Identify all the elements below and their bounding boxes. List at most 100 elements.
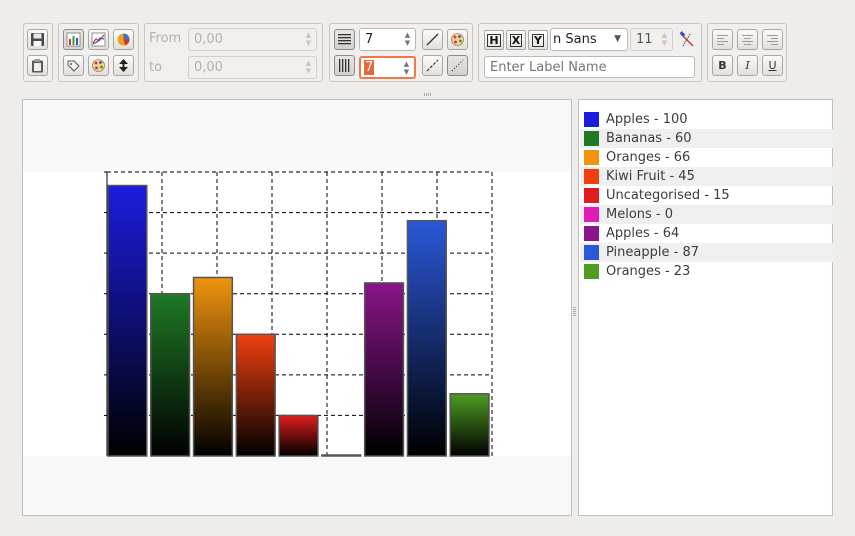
dot-line-icon [451,59,464,72]
range-to-spin-arrows-icon[interactable]: ▲ ▼ [304,59,313,76]
vertical-grid-button[interactable] [334,55,355,76]
bar-melons [321,454,362,457]
horizontal-lines-icon [338,34,351,45]
color-tool-button[interactable] [88,55,109,76]
bar-kiwi-fruit [235,333,276,457]
dash-line-icon [426,59,439,72]
bar-apples [107,184,148,457]
legend-swatch [584,150,599,165]
legend-swatch [584,207,599,222]
range-to-value: 0,00 [194,60,223,75]
to-label: to [149,60,163,75]
vertical-grid-spinbox[interactable]: 7 ▲ ▼ [359,56,416,79]
grid-color-button[interactable] [447,29,468,50]
legend-swatch [584,131,599,146]
legend-swatch [584,245,599,260]
font-family-combobox[interactable]: n Sans ▼ [550,28,628,51]
range-from-spin-arrows-icon[interactable]: ▲ ▼ [304,31,313,48]
range-toolbar-group: From 0,00 ▲ ▼ to 0,00 ▲ ▼ [144,23,323,82]
range-to-spinbox[interactable]: 0,00 ▲ ▼ [188,56,317,79]
bold-button[interactable]: B [712,55,733,76]
label-name-input[interactable] [484,56,695,78]
legend-label: Uncategorised - 15 [606,188,730,203]
tag-icon [67,60,80,72]
diagonal-line-icon [426,33,439,46]
horizontal-grid-button[interactable] [334,29,355,50]
title-label-button[interactable]: H [484,30,504,50]
bar-oranges [449,393,490,457]
chart-panel [22,99,572,516]
legend-item[interactable]: Oranges - 23 [580,262,833,281]
bar-apples [363,282,405,457]
palette-icon [451,33,464,46]
vertical-grid-spin-arrows-icon[interactable]: ▲ ▼ [402,60,411,77]
align-center-icon [742,35,753,45]
legend-label: Oranges - 66 [606,150,691,165]
legend-swatch [584,188,599,203]
legend-label: Pineapple - 87 [606,245,699,260]
underline-button[interactable]: U [762,55,783,76]
line-chart-icon [91,32,106,47]
bar-bananas [150,292,191,457]
align-left-button[interactable] [712,29,733,50]
legend-label: Melons - 0 [606,207,674,222]
line-chart-button[interactable] [88,29,109,50]
vertical-splitter-handle[interactable] [573,306,576,316]
grid-toolbar-group: 7 ▲ ▼ 7 ▲ ▼ [329,23,473,82]
font-size-value: 11 [636,32,653,47]
bar-chart [23,171,571,457]
dashed-line-button[interactable] [422,55,443,76]
italic-button[interactable]: I [737,55,758,76]
range-from-spinbox[interactable]: 0,00 ▲ ▼ [188,28,317,51]
align-right-button[interactable] [762,29,783,50]
vertical-grid-value: 7 [364,60,375,75]
font-size-spinbox[interactable]: 11 ▲ ▼ [630,28,673,51]
file-toolbar-group [23,23,53,82]
bar-chart-icon [66,32,81,47]
from-label: From [149,31,182,46]
legend-item[interactable]: Uncategorised - 15 [580,186,833,205]
dotted-line-button[interactable] [447,55,468,76]
legend-item[interactable]: Oranges - 66 [580,148,833,167]
font-size-spin-arrows-icon[interactable]: ▲ ▼ [660,31,669,48]
x-axis-label-button[interactable]: X [506,30,526,50]
horizontal-grid-spin-arrows-icon[interactable]: ▲ ▼ [403,31,412,48]
legend-item[interactable]: Melons - 0 [580,205,833,224]
text-style-toolbar-group: B I U [707,23,787,82]
legend-item[interactable]: Kiwi Fruit - 45 [580,167,833,186]
legend-label: Kiwi Fruit - 45 [606,169,695,184]
legend-item[interactable]: Apples - 100 [580,110,833,129]
horizontal-splitter-handle[interactable] [424,93,432,96]
bar-pineapple [406,219,447,457]
vertical-lines-icon [339,59,350,72]
pie-chart-icon [117,33,130,46]
legend-swatch [584,112,599,127]
brush-icon [679,30,694,47]
sort-button[interactable] [113,55,134,76]
font-family-value: n Sans [553,32,597,47]
align-center-button[interactable] [737,29,758,50]
pie-chart-button[interactable] [113,29,134,50]
horizontal-grid-spinbox[interactable]: 7 ▲ ▼ [359,28,416,51]
save-button[interactable] [27,29,48,50]
chevron-down-icon[interactable]: ▼ [614,29,621,50]
paste-button[interactable] [27,55,48,76]
legend-item[interactable]: Pineapple - 87 [580,243,833,262]
legend-swatch [584,264,599,279]
y-axis-label-button[interactable]: Y [528,30,548,50]
legend-item[interactable]: Bananas - 60 [580,129,833,148]
legend-swatch [584,226,599,241]
bar-uncategorised [278,414,319,457]
label-tool-button[interactable] [63,55,84,76]
clipboard-icon [32,59,43,73]
sort-arrows-icon [119,59,128,72]
legend-label: Apples - 64 [606,226,680,241]
align-right-icon [767,35,778,45]
legend-item[interactable]: Apples - 64 [580,224,833,243]
label-toolbar-group: H X Y n Sans ▼ 11 ▲ ▼ [478,23,702,82]
horizontal-grid-value: 7 [365,32,374,47]
bar-chart-button[interactable] [63,29,84,50]
label-color-button[interactable] [676,29,697,50]
align-left-icon [717,35,728,45]
line-style-button[interactable] [422,29,443,50]
